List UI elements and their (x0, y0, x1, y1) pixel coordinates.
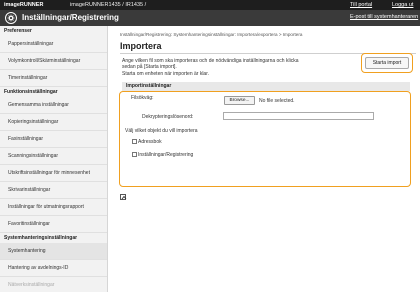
sidebar-item-volume[interactable]: Volymkontroll/Skärminställningar (0, 53, 107, 70)
start-import-button[interactable]: Starta import (365, 57, 409, 69)
title-bar: Inställningar/Registrering E-post till s… (0, 10, 420, 26)
decryption-password-field[interactable] (223, 112, 374, 120)
sidebar-section-functions: Funktionsinställningar (4, 89, 58, 95)
sidebar-item-system-management[interactable]: Systemhantering (0, 243, 107, 260)
file-path-label: Filsökväg: (131, 95, 154, 101)
sidebar-item-common[interactable]: Gemensamma inställningar (0, 97, 107, 114)
sidebar-item-memory-print[interactable]: Utskriftsinställningar för minnesenhet (0, 165, 107, 182)
main-content: Inställningar/Registrering: Systemhanter… (114, 26, 420, 292)
sidebar-item-scan[interactable]: Scanningsinställningar (0, 148, 107, 165)
device-name: imageRUNNER1435 / IR1435 / (70, 2, 147, 8)
settings-checkbox[interactable] (132, 152, 137, 157)
sidebar-section-preferences: Preferenser (4, 28, 32, 34)
browse-button[interactable]: Browse... (224, 96, 255, 105)
sidebar-item-paper[interactable]: Pappersinställningar (0, 36, 107, 53)
sidebar-item-timer[interactable]: Timerinställningar (0, 70, 107, 87)
breadcrumb: Inställningar/Registrering: Systemhanter… (120, 32, 303, 37)
address-book-checkbox[interactable] (132, 139, 137, 144)
settings-label: Inställningar/Registrering (138, 152, 194, 158)
sidebar-item-favorites[interactable]: Favoritinställningar (0, 216, 107, 233)
no-file-text: No file selected. (259, 98, 295, 104)
password-label: Dekrypteringslösenord: (142, 114, 194, 120)
logout-link[interactable]: Logga ut (392, 0, 413, 10)
brand-name: imageRUNNER (4, 2, 44, 8)
objects-label: Välj vilket objekt du vill importera (125, 128, 198, 134)
sidebar-item-printer[interactable]: Skrivarinställningar (0, 182, 107, 199)
description: Ange vilken fil som ska importeras och d… (122, 58, 352, 77)
back-to-top-icon[interactable] (120, 194, 127, 200)
address-book-label: Adressbok (138, 139, 162, 145)
sidebar-item-department-id[interactable]: Hantering av avdelnings-ID (0, 260, 107, 277)
page-title: Importera (120, 41, 162, 51)
import-settings-highlight (119, 91, 411, 187)
sidebar-item-copy[interactable]: Kopieringsinställningar (0, 114, 107, 131)
portal-link[interactable]: Till portal (350, 0, 372, 10)
sidebar-item-fax[interactable]: Faxinställningar (0, 131, 107, 148)
settings-icon (5, 12, 17, 24)
top-bar: imageRUNNER imageRUNNER1435 / IR1435 / T… (0, 0, 420, 10)
description-line-3: Starta om enheten när importen är klar. (122, 70, 209, 77)
mail-admin-link[interactable]: E-post till systemhanteraren (350, 14, 418, 20)
sidebar-item-network[interactable]: Nätverksinställningar (0, 277, 107, 292)
sidebar-section-system: Systemhanteringsinställningar (4, 235, 78, 241)
sidebar: Preferenser Pappersinställningar Volymko… (0, 26, 108, 292)
page-header-title: Inställningar/Registrering (22, 13, 119, 22)
sidebar-item-output-report[interactable]: Inställningar för utmatningsrapport (0, 199, 107, 216)
import-settings-header: Importinställningar (122, 82, 410, 91)
